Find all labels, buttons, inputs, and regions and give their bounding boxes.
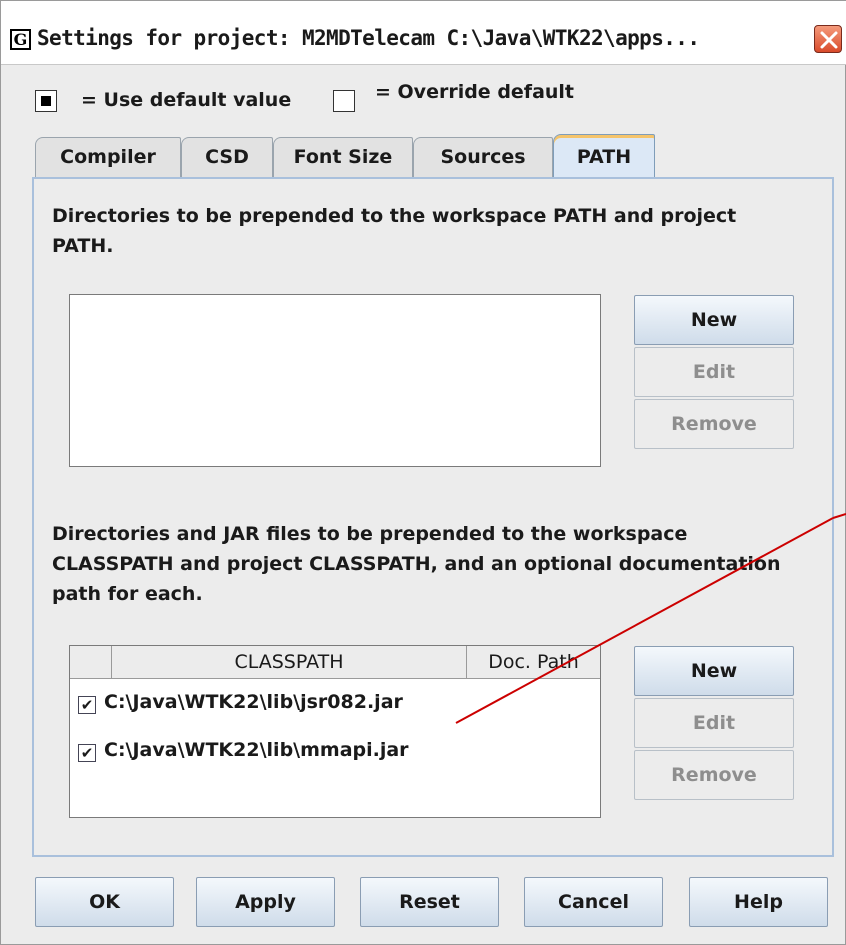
close-button[interactable] xyxy=(814,25,842,53)
column-header-classpath[interactable]: CLASSPATH xyxy=(112,646,467,679)
ok-button[interactable]: OK xyxy=(35,877,174,927)
row-classpath: C:\Java\WTK22\lib\mmapi.jar xyxy=(104,739,409,761)
tab-path[interactable]: PATH xyxy=(553,134,655,177)
classpath-table[interactable]: CLASSPATH Doc. Path ✔ C:\Java\WTK22\lib\j… xyxy=(69,645,601,818)
reset-button[interactable]: Reset xyxy=(360,877,499,927)
tab-compiler[interactable]: Compiler xyxy=(35,137,181,177)
legend-override: = Override default xyxy=(375,81,575,103)
close-icon xyxy=(820,31,838,49)
settings-dialog: G Settings for project: M2MDTelecam C:\J… xyxy=(0,0,846,945)
path-edit-button[interactable]: Edit xyxy=(634,347,794,397)
row-classpath: C:\Java\WTK22\lib\jsr082.jar xyxy=(104,691,403,713)
path-tab-panel: Directories to be prepended to the works… xyxy=(32,177,834,857)
use-default-box-icon xyxy=(35,90,57,112)
override-box-icon xyxy=(333,90,355,112)
table-row[interactable]: ✔ C:\Java\WTK22\lib\mmapi.jar xyxy=(78,736,409,764)
tab-font-size[interactable]: Font Size xyxy=(273,137,413,177)
path-new-button[interactable]: New xyxy=(634,295,794,345)
cancel-button[interactable]: Cancel xyxy=(524,877,663,927)
classpath-table-header: CLASSPATH Doc. Path xyxy=(70,646,600,679)
path-description: Directories to be prepended to the works… xyxy=(52,205,737,257)
path-remove-button[interactable]: Remove xyxy=(634,399,794,449)
tab-strip: Compiler CSD Font Size Sources PATH xyxy=(35,134,835,177)
path-list[interactable] xyxy=(69,294,601,467)
help-button[interactable]: Help xyxy=(689,877,828,927)
tab-sources[interactable]: Sources xyxy=(413,137,553,177)
column-header-check[interactable] xyxy=(70,646,112,679)
tab-csd[interactable]: CSD xyxy=(181,137,273,177)
classpath-remove-button[interactable]: Remove xyxy=(634,750,794,800)
title-bar[interactable]: G Settings for project: M2MDTelecam C:\J… xyxy=(1,1,846,65)
app-icon: G xyxy=(10,29,31,50)
column-header-doc-path[interactable]: Doc. Path xyxy=(467,646,600,679)
row-checkbox[interactable]: ✔ xyxy=(78,696,96,714)
apply-button[interactable]: Apply xyxy=(196,877,335,927)
row-checkbox[interactable]: ✔ xyxy=(78,744,96,762)
classpath-edit-button[interactable]: Edit xyxy=(634,698,794,748)
table-row[interactable]: ✔ C:\Java\WTK22\lib\jsr082.jar xyxy=(78,688,403,716)
window-title: Settings for project: M2MDTelecam C:\Jav… xyxy=(37,26,700,50)
classpath-new-button[interactable]: New xyxy=(634,646,794,696)
legend-use-default: = Use default value xyxy=(81,89,292,111)
classpath-description: Directories and JAR files to be prepende… xyxy=(52,523,781,605)
